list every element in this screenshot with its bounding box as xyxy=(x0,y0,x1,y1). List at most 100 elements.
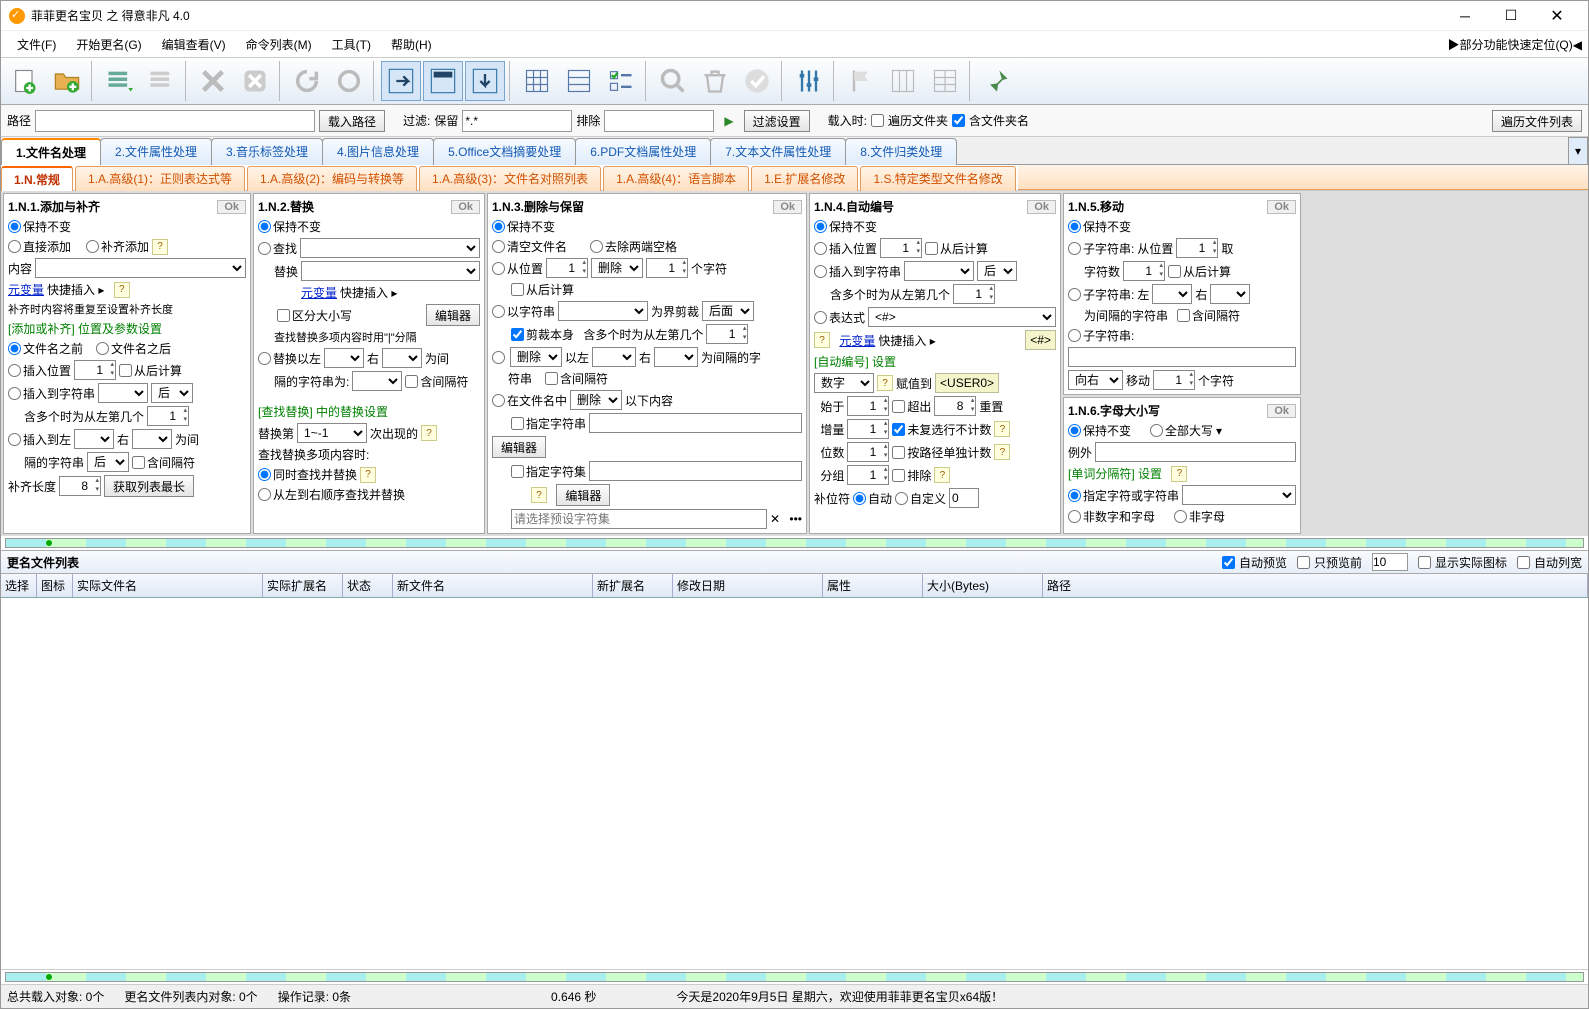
p4-meta-link[interactable]: 元变量 xyxy=(839,332,875,349)
include-dirname-checkbox[interactable]: 含文件夹名 xyxy=(952,112,1029,129)
p6-nonalpha[interactable]: 非字母 xyxy=(1174,508,1225,525)
p3-r[interactable] xyxy=(654,347,698,367)
path-input[interactable] xyxy=(35,110,315,132)
p5-mvn[interactable]: 1 xyxy=(1153,370,1195,390)
p1-multi-n[interactable]: 1 xyxy=(147,406,189,426)
p5-sub3-in[interactable] xyxy=(1068,347,1296,367)
menu-file[interactable]: 文件(F) xyxy=(7,33,66,56)
p2-seq[interactable]: 从左到右顺序查找并替换 xyxy=(258,486,405,503)
p3-firstn[interactable]: 1 xyxy=(706,324,748,344)
p4-bypath[interactable]: 按路径单独计数 xyxy=(892,444,991,461)
p1-sepstr-sel[interactable]: 后 xyxy=(87,452,129,472)
p4-numtype[interactable]: 数字 xyxy=(814,373,874,393)
grid1-button[interactable] xyxy=(517,61,557,101)
subtab-ext[interactable]: 1.E.扩展名修改 xyxy=(751,166,858,191)
p2-incsep[interactable]: 含间隔符 xyxy=(405,373,468,390)
p6-example-in[interactable] xyxy=(1095,442,1296,462)
p1-direct-add[interactable]: 直接添加 xyxy=(8,238,71,255)
p3-cutself[interactable]: 剪裁本身 xyxy=(511,326,574,343)
p4-overflow[interactable]: 超出 xyxy=(892,398,931,415)
align-right-button[interactable] xyxy=(381,61,421,101)
pin-button[interactable] xyxy=(977,61,1017,101)
auto-preview-check[interactable]: 自动预览 xyxy=(1222,553,1287,571)
dropdown-icon[interactable]: ▾ xyxy=(1216,424,1222,438)
p1-fromback[interactable]: 从后计算 xyxy=(119,362,182,379)
p3-editor2-btn[interactable]: 编辑器 xyxy=(556,484,610,506)
p1-keep[interactable]: 保持不变 xyxy=(8,218,71,235)
p5-incsep[interactable]: 含间隔符 xyxy=(1177,307,1240,324)
more-icon[interactable]: ••• xyxy=(789,512,802,526)
filter-settings-button[interactable]: 过滤设置 xyxy=(744,110,810,132)
col-status[interactable]: 状态 xyxy=(343,574,393,597)
only-first-check[interactable]: 只预览前 xyxy=(1297,553,1362,571)
p6-upper[interactable]: 全部大写 xyxy=(1150,422,1213,439)
p5-sub2[interactable]: 子字符串: xyxy=(1068,286,1134,303)
p2-case[interactable]: 区分大小写 xyxy=(277,307,352,324)
load-path-button[interactable]: 载入路径 xyxy=(319,110,385,132)
p3-specstr[interactable]: 指定字符串 xyxy=(511,415,586,432)
tab-office[interactable]: 5.Office文档摘要处理 xyxy=(433,138,576,165)
tab-image[interactable]: 4.图片信息处理 xyxy=(322,138,434,165)
p2-simul[interactable]: 同时查找并替换 xyxy=(258,466,357,483)
p2-quick-insert[interactable]: 快捷插入 ▸ xyxy=(340,284,397,301)
p1-meta-link[interactable]: 元变量 xyxy=(8,281,44,298)
col-mtime[interactable]: 修改日期 xyxy=(673,574,823,597)
p4-inspos[interactable]: 插入位置 xyxy=(814,240,877,257)
help-icon[interactable]: ? xyxy=(934,467,950,483)
p2-meta-link[interactable]: 元变量 xyxy=(301,284,337,301)
panel5-ok[interactable]: Ok xyxy=(1267,200,1296,214)
align-down-button[interactable] xyxy=(465,61,505,101)
tab-text[interactable]: 7.文本文件属性处理 xyxy=(710,138,846,165)
p4-fromback[interactable]: 从后计算 xyxy=(925,240,988,257)
panel6-ok[interactable]: Ok xyxy=(1267,404,1296,418)
panel3-ok[interactable]: Ok xyxy=(773,200,802,214)
p4-expr-in[interactable]: <#> xyxy=(868,307,1056,327)
col-icon[interactable]: 图标 xyxy=(37,574,73,597)
p6-keep[interactable]: 保持不变 xyxy=(1068,422,1131,439)
p3-trim[interactable]: 去除两端空格 xyxy=(590,238,677,255)
tab-music[interactable]: 3.音乐标签处理 xyxy=(211,138,323,165)
menu-help[interactable]: 帮助(H) xyxy=(381,33,442,56)
close-button[interactable]: ✕ xyxy=(1534,1,1580,31)
p5-dir[interactable]: 向右 xyxy=(1068,370,1123,390)
p2-left-sel[interactable] xyxy=(324,348,364,368)
maximize-button[interactable]: ☐ xyxy=(1488,1,1534,31)
traverse-button[interactable]: 遍历文件列表 xyxy=(1492,110,1582,132)
p4-auto[interactable]: 自动 xyxy=(853,490,892,507)
tab-filename[interactable]: 1.文件名处理 xyxy=(1,138,101,165)
help-icon[interactable]: ? xyxy=(421,425,437,441)
p4-hash[interactable]: <#> xyxy=(1025,330,1056,350)
p1-before[interactable]: 文件名之前 xyxy=(8,340,83,357)
subtab-normal[interactable]: 1.N.常规 xyxy=(1,166,73,191)
help-icon[interactable]: ? xyxy=(360,467,376,483)
col-path[interactable]: 路径 xyxy=(1043,574,1588,597)
p1-getmax-btn[interactable]: 获取列表最长 xyxy=(104,475,194,497)
p4-exclude[interactable]: 排除 xyxy=(892,467,931,484)
p3-bystr-in[interactable] xyxy=(558,301,648,321)
p4-keep[interactable]: 保持不变 xyxy=(814,218,877,235)
p5-r[interactable] xyxy=(1210,284,1250,304)
col-realname[interactable]: 实际文件名 xyxy=(73,574,263,597)
help-icon[interactable]: ? xyxy=(1171,466,1187,482)
open-folder-button[interactable] xyxy=(47,61,87,101)
help-icon[interactable]: ? xyxy=(994,421,1010,437)
p3-specset-in[interactable] xyxy=(589,461,802,481)
p4-start[interactable]: 1 xyxy=(847,396,889,416)
p3-del2[interactable] xyxy=(492,351,507,364)
p3-keep[interactable]: 保持不变 xyxy=(492,218,555,235)
p4-pos[interactable]: 1 xyxy=(880,238,922,258)
p3-inname-sel[interactable]: 删除 xyxy=(570,390,622,410)
col-realext[interactable]: 实际扩展名 xyxy=(263,574,343,597)
p2-keep[interactable]: 保持不变 xyxy=(258,218,321,235)
tab-pdf[interactable]: 6.PDF文档属性处理 xyxy=(575,138,711,165)
col-select[interactable]: 选择 xyxy=(1,574,37,597)
minimize-button[interactable]: ─ xyxy=(1442,1,1488,31)
p6-nonalnum[interactable]: 非数字和字母 xyxy=(1068,508,1155,525)
clear-icon[interactable]: ✕ xyxy=(770,512,780,526)
p4-custom[interactable]: 自定义 xyxy=(895,490,946,507)
help-icon[interactable]: ? xyxy=(531,487,547,503)
p3-cnt[interactable]: 1 xyxy=(646,258,688,278)
help-icon[interactable]: ? xyxy=(814,332,830,348)
p4-str-in[interactable] xyxy=(904,261,974,281)
p3-clear[interactable]: 清空文件名 xyxy=(492,238,567,255)
